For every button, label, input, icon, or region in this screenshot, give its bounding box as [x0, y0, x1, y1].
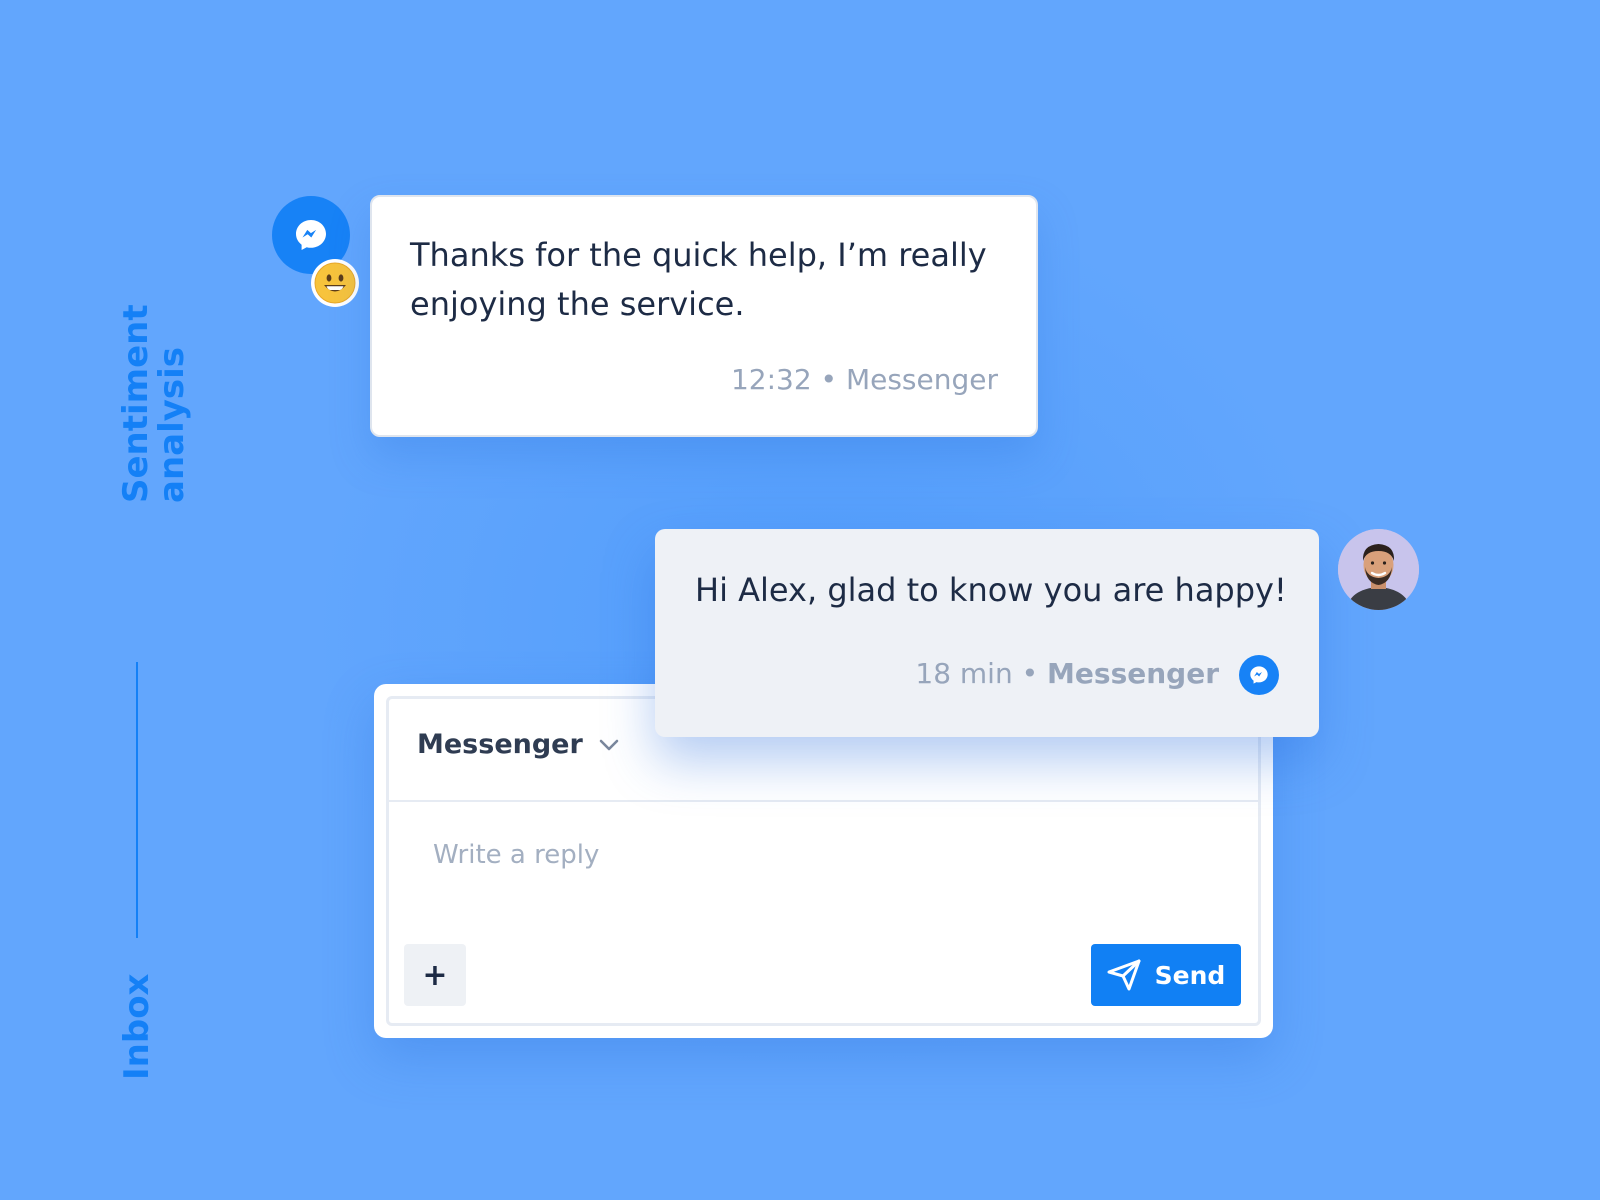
channel-dropdown-label: Messenger — [417, 729, 583, 760]
section-title-line-1: Sentiment — [116, 304, 156, 503]
outgoing-message-meta: 18 min • Messenger — [915, 657, 1219, 690]
section-title: Sentiment analysis — [116, 304, 194, 503]
reply-input[interactable] — [431, 839, 1135, 871]
send-icon — [1107, 959, 1141, 991]
outgoing-message-time: 18 min — [915, 657, 1013, 690]
messenger-glyph — [1250, 666, 1268, 684]
side-divider — [136, 662, 138, 938]
add-attachment-button[interactable]: + — [404, 944, 466, 1006]
incoming-message-text: Thanks for the quick help, I’m really en… — [410, 236, 987, 323]
agent-avatar — [1338, 529, 1419, 610]
channel-dropdown[interactable]: Messenger — [417, 729, 619, 760]
chevron-down-icon — [599, 739, 619, 750]
send-button[interactable]: Send — [1091, 944, 1241, 1006]
send-button-label: Send — [1154, 960, 1226, 990]
meta-separator: • — [1021, 657, 1039, 690]
inbox-label: Inbox — [117, 973, 157, 1080]
smiley-face — [314, 262, 356, 304]
smiley-emoji-icon — [311, 259, 359, 307]
composer-divider — [389, 800, 1258, 802]
messenger-icon — [1239, 655, 1279, 695]
avatar-portrait — [1338, 529, 1419, 610]
reply-composer-inner: Messenger + Send — [386, 696, 1261, 1026]
incoming-message-meta: 12:32 • Messenger — [730, 363, 998, 396]
outgoing-message-text: Hi Alex, glad to know you are happy! — [695, 571, 1287, 609]
section-title-line-2: analysis — [152, 346, 192, 503]
outgoing-message-card: Hi Alex, glad to know you are happy! 18 … — [655, 529, 1319, 737]
messenger-glyph — [296, 220, 326, 250]
incoming-message-card: Thanks for the quick help, I’m really en… — [370, 195, 1038, 437]
reply-composer: Messenger + Send — [374, 684, 1273, 1038]
outgoing-message-channel: Messenger — [1047, 657, 1219, 690]
